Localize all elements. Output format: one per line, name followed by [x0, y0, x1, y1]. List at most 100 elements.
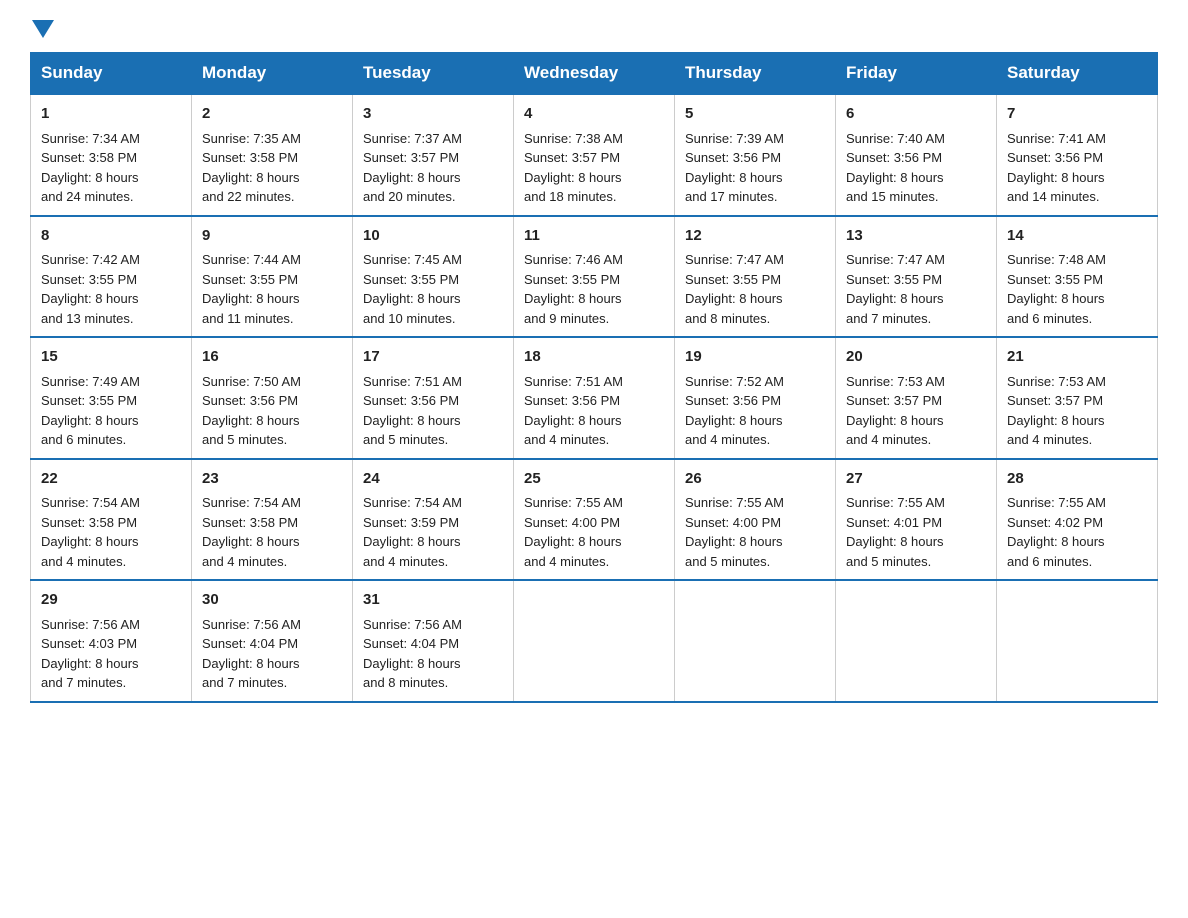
day-number: 19: [685, 346, 825, 369]
day-number: 14: [1007, 225, 1147, 248]
day-info: Sunrise: 7:41 AM Sunset: 3:56 PM Dayligh…: [1007, 129, 1147, 207]
calendar-cell: 22 Sunrise: 7:54 AM Sunset: 3:58 PM Dayl…: [31, 459, 192, 581]
calendar-cell: 26 Sunrise: 7:55 AM Sunset: 4:00 PM Dayl…: [675, 459, 836, 581]
day-number: 3: [363, 103, 503, 126]
calendar-cell: 9 Sunrise: 7:44 AM Sunset: 3:55 PM Dayli…: [192, 216, 353, 338]
day-info: Sunrise: 7:55 AM Sunset: 4:00 PM Dayligh…: [524, 493, 664, 571]
day-info: Sunrise: 7:45 AM Sunset: 3:55 PM Dayligh…: [363, 250, 503, 328]
weekday-header-sunday: Sunday: [31, 53, 192, 95]
calendar-cell: 5 Sunrise: 7:39 AM Sunset: 3:56 PM Dayli…: [675, 94, 836, 216]
day-info: Sunrise: 7:47 AM Sunset: 3:55 PM Dayligh…: [846, 250, 986, 328]
day-info: Sunrise: 7:52 AM Sunset: 3:56 PM Dayligh…: [685, 372, 825, 450]
weekday-header-saturday: Saturday: [997, 53, 1158, 95]
calendar-cell: 29 Sunrise: 7:56 AM Sunset: 4:03 PM Dayl…: [31, 580, 192, 702]
day-info: Sunrise: 7:54 AM Sunset: 3:58 PM Dayligh…: [202, 493, 342, 571]
calendar-cell: 17 Sunrise: 7:51 AM Sunset: 3:56 PM Dayl…: [353, 337, 514, 459]
day-info: Sunrise: 7:39 AM Sunset: 3:56 PM Dayligh…: [685, 129, 825, 207]
day-number: 27: [846, 468, 986, 491]
calendar-cell: 10 Sunrise: 7:45 AM Sunset: 3:55 PM Dayl…: [353, 216, 514, 338]
calendar-cell: 23 Sunrise: 7:54 AM Sunset: 3:58 PM Dayl…: [192, 459, 353, 581]
day-info: Sunrise: 7:44 AM Sunset: 3:55 PM Dayligh…: [202, 250, 342, 328]
weekday-header-monday: Monday: [192, 53, 353, 95]
logo-text: [30, 20, 56, 38]
day-info: Sunrise: 7:48 AM Sunset: 3:55 PM Dayligh…: [1007, 250, 1147, 328]
calendar-cell: 20 Sunrise: 7:53 AM Sunset: 3:57 PM Dayl…: [836, 337, 997, 459]
day-number: 25: [524, 468, 664, 491]
day-info: Sunrise: 7:49 AM Sunset: 3:55 PM Dayligh…: [41, 372, 181, 450]
calendar-week-row: 29 Sunrise: 7:56 AM Sunset: 4:03 PM Dayl…: [31, 580, 1158, 702]
page-header: [30, 20, 1158, 34]
day-number: 4: [524, 103, 664, 126]
day-number: 31: [363, 589, 503, 612]
day-info: Sunrise: 7:56 AM Sunset: 4:04 PM Dayligh…: [202, 615, 342, 693]
day-number: 17: [363, 346, 503, 369]
day-number: 24: [363, 468, 503, 491]
weekday-header-tuesday: Tuesday: [353, 53, 514, 95]
calendar-cell: 8 Sunrise: 7:42 AM Sunset: 3:55 PM Dayli…: [31, 216, 192, 338]
calendar-week-row: 15 Sunrise: 7:49 AM Sunset: 3:55 PM Dayl…: [31, 337, 1158, 459]
day-number: 18: [524, 346, 664, 369]
day-info: Sunrise: 7:55 AM Sunset: 4:01 PM Dayligh…: [846, 493, 986, 571]
calendar-cell: 27 Sunrise: 7:55 AM Sunset: 4:01 PM Dayl…: [836, 459, 997, 581]
calendar-week-row: 1 Sunrise: 7:34 AM Sunset: 3:58 PM Dayli…: [31, 94, 1158, 216]
day-number: 5: [685, 103, 825, 126]
day-number: 13: [846, 225, 986, 248]
calendar-week-row: 8 Sunrise: 7:42 AM Sunset: 3:55 PM Dayli…: [31, 216, 1158, 338]
calendar-cell: 21 Sunrise: 7:53 AM Sunset: 3:57 PM Dayl…: [997, 337, 1158, 459]
day-info: Sunrise: 7:55 AM Sunset: 4:00 PM Dayligh…: [685, 493, 825, 571]
weekday-header-thursday: Thursday: [675, 53, 836, 95]
calendar-cell: 24 Sunrise: 7:54 AM Sunset: 3:59 PM Dayl…: [353, 459, 514, 581]
calendar-cell: 30 Sunrise: 7:56 AM Sunset: 4:04 PM Dayl…: [192, 580, 353, 702]
day-number: 11: [524, 225, 664, 248]
calendar-cell: 15 Sunrise: 7:49 AM Sunset: 3:55 PM Dayl…: [31, 337, 192, 459]
calendar-cell: [514, 580, 675, 702]
day-number: 22: [41, 468, 181, 491]
day-number: 23: [202, 468, 342, 491]
day-number: 6: [846, 103, 986, 126]
calendar-cell: 16 Sunrise: 7:50 AM Sunset: 3:56 PM Dayl…: [192, 337, 353, 459]
calendar-cell: 31 Sunrise: 7:56 AM Sunset: 4:04 PM Dayl…: [353, 580, 514, 702]
calendar-cell: 6 Sunrise: 7:40 AM Sunset: 3:56 PM Dayli…: [836, 94, 997, 216]
day-number: 21: [1007, 346, 1147, 369]
calendar-cell: 3 Sunrise: 7:37 AM Sunset: 3:57 PM Dayli…: [353, 94, 514, 216]
day-number: 16: [202, 346, 342, 369]
day-number: 30: [202, 589, 342, 612]
calendar-cell: 19 Sunrise: 7:52 AM Sunset: 3:56 PM Dayl…: [675, 337, 836, 459]
day-info: Sunrise: 7:56 AM Sunset: 4:03 PM Dayligh…: [41, 615, 181, 693]
logo-triangle-icon: [32, 20, 54, 38]
day-number: 15: [41, 346, 181, 369]
calendar-cell: 2 Sunrise: 7:35 AM Sunset: 3:58 PM Dayli…: [192, 94, 353, 216]
weekday-header-friday: Friday: [836, 53, 997, 95]
calendar-cell: 7 Sunrise: 7:41 AM Sunset: 3:56 PM Dayli…: [997, 94, 1158, 216]
day-info: Sunrise: 7:55 AM Sunset: 4:02 PM Dayligh…: [1007, 493, 1147, 571]
day-number: 2: [202, 103, 342, 126]
day-number: 7: [1007, 103, 1147, 126]
day-number: 9: [202, 225, 342, 248]
calendar-cell: 18 Sunrise: 7:51 AM Sunset: 3:56 PM Dayl…: [514, 337, 675, 459]
day-info: Sunrise: 7:56 AM Sunset: 4:04 PM Dayligh…: [363, 615, 503, 693]
day-number: 8: [41, 225, 181, 248]
calendar-cell: 14 Sunrise: 7:48 AM Sunset: 3:55 PM Dayl…: [997, 216, 1158, 338]
day-info: Sunrise: 7:54 AM Sunset: 3:58 PM Dayligh…: [41, 493, 181, 571]
day-info: Sunrise: 7:37 AM Sunset: 3:57 PM Dayligh…: [363, 129, 503, 207]
day-number: 28: [1007, 468, 1147, 491]
calendar-cell: 12 Sunrise: 7:47 AM Sunset: 3:55 PM Dayl…: [675, 216, 836, 338]
day-number: 10: [363, 225, 503, 248]
day-info: Sunrise: 7:51 AM Sunset: 3:56 PM Dayligh…: [524, 372, 664, 450]
day-info: Sunrise: 7:40 AM Sunset: 3:56 PM Dayligh…: [846, 129, 986, 207]
calendar-cell: [836, 580, 997, 702]
calendar-cell: 11 Sunrise: 7:46 AM Sunset: 3:55 PM Dayl…: [514, 216, 675, 338]
day-number: 29: [41, 589, 181, 612]
calendar-week-row: 22 Sunrise: 7:54 AM Sunset: 3:58 PM Dayl…: [31, 459, 1158, 581]
day-info: Sunrise: 7:51 AM Sunset: 3:56 PM Dayligh…: [363, 372, 503, 450]
day-number: 1: [41, 103, 181, 126]
day-info: Sunrise: 7:35 AM Sunset: 3:58 PM Dayligh…: [202, 129, 342, 207]
calendar-cell: 28 Sunrise: 7:55 AM Sunset: 4:02 PM Dayl…: [997, 459, 1158, 581]
day-info: Sunrise: 7:34 AM Sunset: 3:58 PM Dayligh…: [41, 129, 181, 207]
calendar-cell: 25 Sunrise: 7:55 AM Sunset: 4:00 PM Dayl…: [514, 459, 675, 581]
day-info: Sunrise: 7:38 AM Sunset: 3:57 PM Dayligh…: [524, 129, 664, 207]
day-info: Sunrise: 7:42 AM Sunset: 3:55 PM Dayligh…: [41, 250, 181, 328]
day-number: 26: [685, 468, 825, 491]
day-info: Sunrise: 7:53 AM Sunset: 3:57 PM Dayligh…: [846, 372, 986, 450]
weekday-header-wednesday: Wednesday: [514, 53, 675, 95]
